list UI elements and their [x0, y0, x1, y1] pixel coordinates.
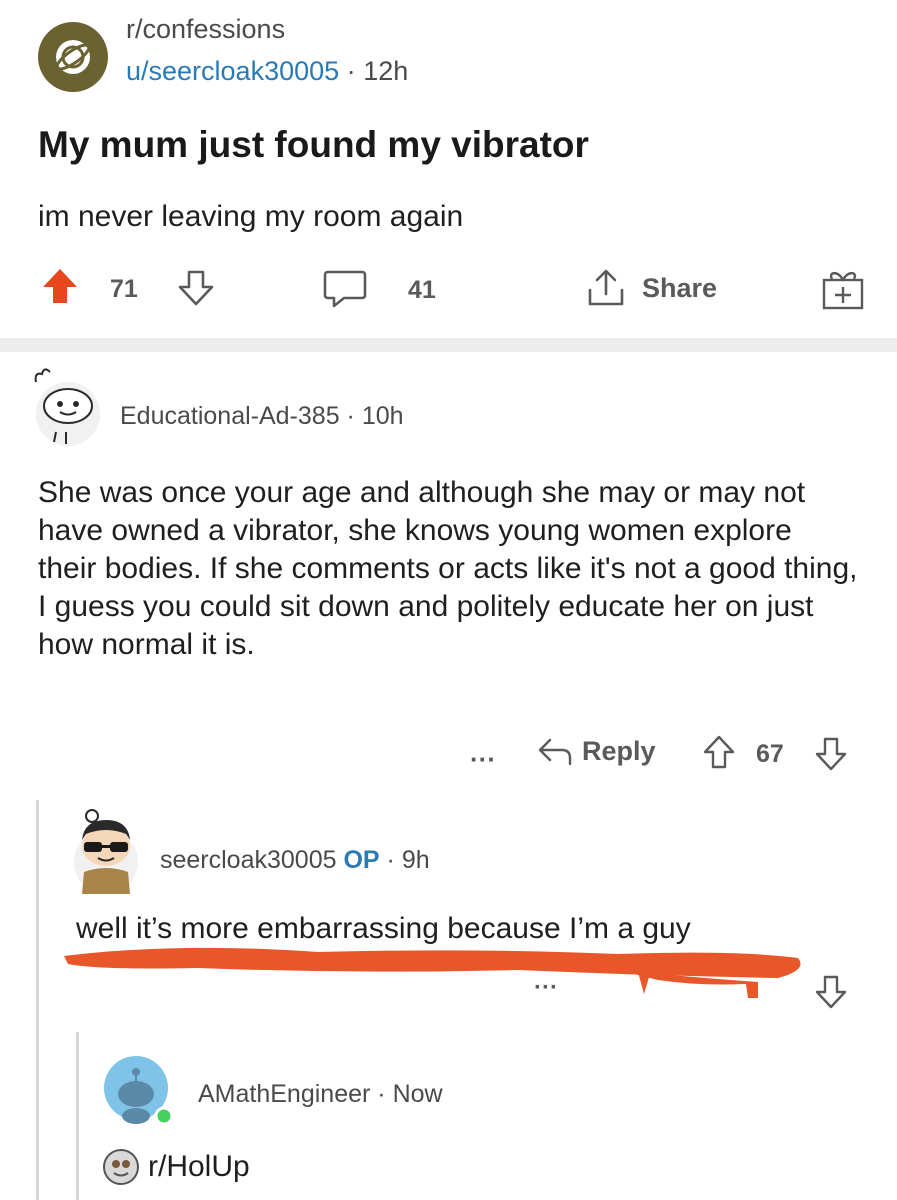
snoo-sunglasses-icon: [74, 809, 138, 894]
comment-author[interactable]: seercloak30005: [160, 846, 337, 874]
post-card: r/confessions u/seercloak30005 · 12h My …: [0, 0, 897, 338]
comment-time: Now: [392, 1080, 443, 1108]
meta-separator: ·: [346, 56, 356, 86]
section-divider: [0, 338, 897, 352]
subreddit-link[interactable]: r/HolUp: [102, 1148, 250, 1186]
post-time: 12h: [363, 56, 409, 86]
comment-time: 9h: [401, 846, 430, 874]
post-author[interactable]: u/seercloak30005: [126, 56, 339, 86]
comment-author[interactable]: AMathEngineer: [198, 1080, 370, 1108]
comment-downvote-button[interactable]: [814, 736, 848, 772]
more-options-button[interactable]: ···: [470, 744, 496, 775]
comment-author[interactable]: Educational-Ad-385: [120, 402, 340, 430]
meta-separator: ·: [386, 846, 395, 874]
reply-button[interactable]: Reply: [536, 734, 656, 768]
comment-downvote-button[interactable]: [814, 974, 848, 1010]
planet-icon: [55, 40, 91, 74]
reply-arrow-icon: [538, 738, 572, 766]
upvote-button[interactable]: [40, 266, 80, 306]
snoo-avatar[interactable]: [26, 362, 108, 450]
downvote-icon: [815, 737, 847, 771]
snoo-sketch-icon: [34, 368, 100, 446]
thread-line[interactable]: [76, 1032, 79, 1200]
post-score: 71: [110, 275, 138, 303]
op-avatar[interactable]: [62, 806, 146, 898]
reply-label: Reply: [582, 735, 656, 766]
op-badge: OP: [343, 846, 380, 874]
meta-separator: ·: [377, 1080, 386, 1108]
meta-separator: ·: [346, 402, 355, 430]
share-label: Share: [642, 272, 718, 303]
upvote-filled-icon: [43, 269, 77, 303]
downvote-icon: [815, 975, 847, 1009]
thread-line[interactable]: [36, 800, 39, 1200]
default-snoo-avatar[interactable]: [102, 1054, 176, 1128]
subreddit-name[interactable]: r/confessions: [126, 14, 285, 45]
comment-count: 41: [408, 276, 436, 304]
award-button[interactable]: [820, 266, 866, 312]
red-scribble-overlay: [64, 947, 801, 998]
comment-time: 10h: [361, 402, 404, 430]
comment-bubble-icon: [323, 270, 367, 308]
comment-author-line: seercloak30005 OP · 9h: [160, 846, 430, 875]
post-title[interactable]: My mum just found my vibrator: [38, 124, 589, 166]
comment-upvote-button[interactable]: [702, 734, 736, 770]
subreddit-avatar[interactable]: [38, 22, 108, 92]
share-icon: [588, 269, 624, 306]
more-options-button[interactable]: ···: [534, 974, 558, 1002]
subreddit-icon: [103, 1149, 139, 1185]
comment-author-line: AMathEngineer · Now: [198, 1080, 443, 1109]
post-body: im never leaving my room again: [38, 200, 464, 233]
comment-body: She was once your age and although she m…: [38, 476, 858, 661]
post-meta: u/seercloak30005 · 12h: [126, 56, 408, 87]
subreddit-link-label: r/HolUp: [148, 1150, 250, 1183]
upvote-icon: [703, 735, 735, 769]
share-button[interactable]: Share: [584, 266, 717, 310]
downvote-button[interactable]: [176, 268, 216, 308]
comment-score: 67: [756, 740, 784, 768]
gift-icon: [822, 271, 864, 310]
comments-button[interactable]: [322, 268, 368, 310]
comment-author-line: Educational-Ad-385 · 10h: [120, 402, 404, 431]
downvote-icon: [178, 270, 214, 306]
snoo-silhouette-icon: [104, 1056, 174, 1126]
